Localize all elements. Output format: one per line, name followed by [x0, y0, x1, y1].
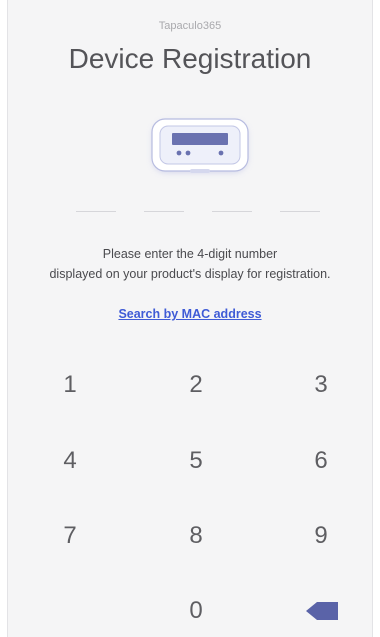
- registration-screen: Tapaculo365 Device Registration Please e…: [7, 0, 373, 637]
- keypad-key-9[interactable]: 9: [281, 511, 361, 561]
- keypad-key-5[interactable]: 5: [156, 436, 236, 486]
- keypad-key-7[interactable]: 7: [30, 511, 110, 561]
- instruction-line-2: displayed on your product's display for …: [49, 267, 331, 281]
- keypad-key-1[interactable]: 1: [30, 360, 110, 410]
- instruction-text: Please enter the 4-digit number displaye…: [8, 244, 372, 284]
- search-by-mac-link[interactable]: Search by MAC address: [8, 307, 372, 321]
- code-slot-1: [76, 211, 116, 212]
- code-slot-4: [280, 211, 320, 212]
- keypad-key-4[interactable]: 4: [30, 436, 110, 486]
- page-title: Device Registration: [68, 43, 312, 74]
- keypad-key-0[interactable]: 0: [156, 586, 236, 636]
- backspace-button[interactable]: [281, 586, 361, 636]
- code-slot-3: [212, 211, 252, 212]
- backspace-icon: [306, 602, 338, 620]
- code-slot-2: [144, 211, 184, 212]
- code-input-slots: [8, 211, 372, 213]
- keypad-key-2[interactable]: 2: [156, 360, 236, 410]
- keypad-key-3[interactable]: 3: [281, 360, 361, 410]
- app-name: Tapaculo365: [158, 20, 222, 32]
- instruction-line-1: Please enter the 4-digit number: [102, 247, 278, 261]
- keypad-key-8[interactable]: 8: [156, 511, 236, 561]
- keypad-key-6[interactable]: 6: [281, 436, 361, 486]
- device-display-icon: [151, 118, 249, 173]
